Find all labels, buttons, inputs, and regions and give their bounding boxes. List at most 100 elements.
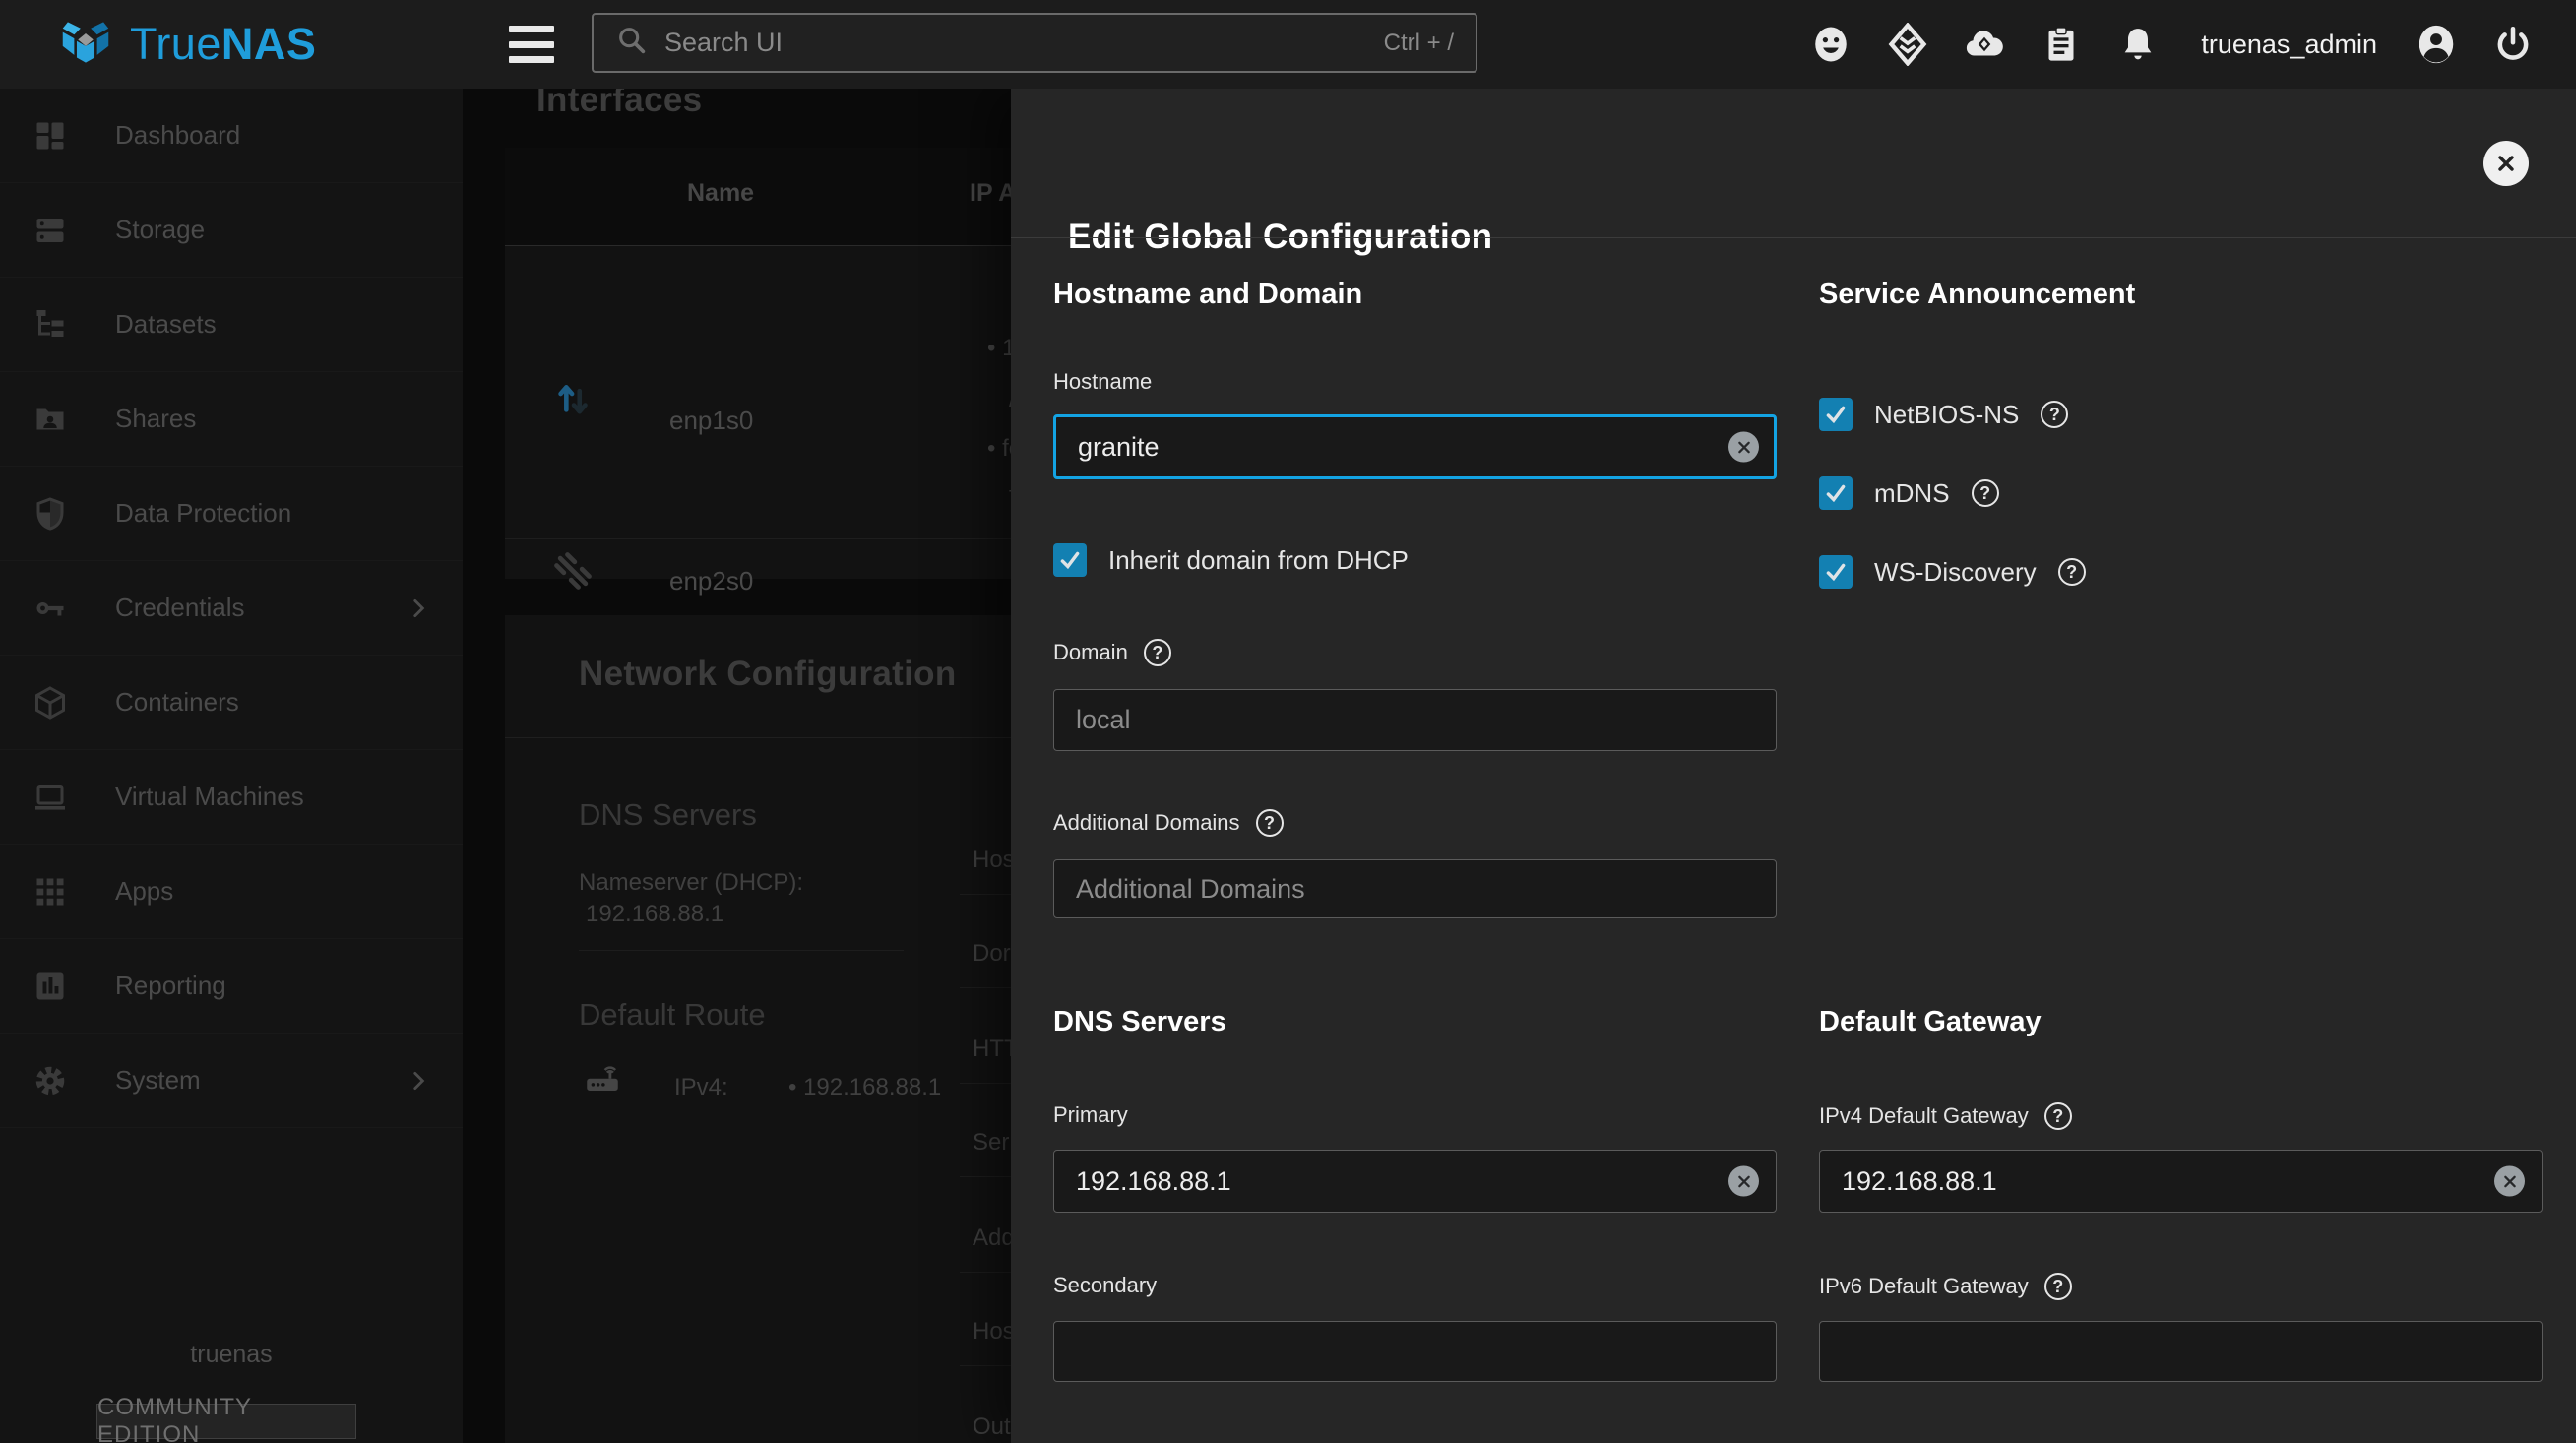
chevron-right-icon: [406, 1068, 431, 1094]
help-icon[interactable]: ?: [2058, 558, 2086, 586]
edit-global-configuration-panel: Edit Global Configuration Hostname and D…: [1011, 89, 2576, 1443]
netbios-checkbox[interactable]: NetBIOS-NS ?: [1819, 398, 2068, 431]
search-shortcut-hint: Ctrl + /: [1384, 30, 1454, 57]
interface-disconnected-icon: [551, 549, 595, 597]
help-icon[interactable]: ?: [1144, 639, 1171, 666]
sidebar-item-reporting[interactable]: Reporting: [0, 939, 463, 1034]
hostname-domain-heading: Hostname and Domain: [1053, 279, 1362, 311]
network-configuration-card: Network Configuration DNS Servers Namese…: [505, 615, 1011, 1443]
clipped-label: Out: [973, 1413, 1011, 1441]
clipped-label: Add: [973, 1224, 1011, 1252]
sidebar-item-system[interactable]: System: [0, 1034, 463, 1128]
column-header-ip: IP Ad: [970, 179, 1011, 208]
additional-domains-input[interactable]: [1053, 859, 1777, 918]
interface-up-down-icon: [551, 372, 597, 422]
nameserver-value: 192.168.88.1: [586, 901, 723, 928]
sidebar-item-data-protection[interactable]: Data Protection: [0, 467, 463, 561]
interfaces-card-title: Interfaces: [536, 89, 702, 120]
user-avatar-icon[interactable]: [2413, 21, 2460, 68]
sidebar-item-storage[interactable]: Storage: [0, 183, 463, 278]
sidebar-item-datasets[interactable]: Datasets: [0, 278, 463, 372]
menu-hamburger-icon[interactable]: [509, 26, 554, 63]
sidebar-item-credentials[interactable]: Credentials: [0, 561, 463, 656]
ipv4-gateway-label: IPv4 Default Gateway ?: [1819, 1102, 2072, 1130]
truecommand-icon[interactable]: [1884, 21, 1931, 68]
chevron-right-icon: [406, 596, 431, 621]
truenas-logo[interactable]: TrueNAS: [55, 13, 316, 76]
checkbox-checked-icon: [1819, 476, 1853, 510]
apps-grid-icon: [31, 873, 69, 910]
ws-discovery-checkbox[interactable]: WS-Discovery ?: [1819, 555, 2086, 589]
router-icon: [582, 1056, 623, 1102]
clear-input-icon[interactable]: [2494, 1166, 2525, 1197]
logged-in-username[interactable]: truenas_admin: [2201, 30, 2377, 60]
sidebar-item-containers[interactable]: Containers: [0, 656, 463, 750]
domain-input[interactable]: [1053, 689, 1777, 751]
clear-input-icon[interactable]: [1728, 1166, 1759, 1197]
close-icon[interactable]: [2483, 141, 2529, 186]
interfaces-table-header: Name IP Ad: [505, 148, 1011, 246]
power-icon[interactable]: [2489, 21, 2537, 68]
interfaces-card: Name IP Ad enp1s0 19 /2 fe8 fe0: [505, 148, 1011, 579]
ip-fragment: 19: [987, 335, 1011, 362]
search-icon: [615, 24, 649, 62]
feedback-smiley-icon[interactable]: [1807, 21, 1854, 68]
search-input[interactable]: [664, 28, 1368, 58]
sidebar-item-virtual-machines[interactable]: Virtual Machines: [0, 750, 463, 845]
domain-field-wrap: [1053, 689, 1777, 751]
primary-dns-input[interactable]: [1053, 1150, 1777, 1213]
truenas-logo-mark-icon: [55, 12, 116, 78]
interface-name: enp1s0: [669, 406, 753, 436]
checkbox-checked-icon: [1819, 398, 1853, 431]
sidebar-item-apps[interactable]: Apps: [0, 845, 463, 939]
ip-fragment: fe8: [987, 435, 1011, 463]
key-icon: [31, 590, 69, 627]
ipv6-gateway-input[interactable]: [1819, 1321, 2543, 1382]
global-search[interactable]: Ctrl + /: [592, 13, 1477, 73]
help-icon[interactable]: ?: [2041, 401, 2068, 428]
sidebar-item-shares[interactable]: Shares: [0, 372, 463, 467]
help-icon[interactable]: ?: [2044, 1102, 2072, 1130]
interface-name: enp2s0: [669, 566, 753, 596]
clipped-label: Ser: [973, 1129, 1009, 1157]
ipv4-gateway-input[interactable]: [1819, 1150, 2543, 1213]
network-configuration-title: Network Configuration: [579, 655, 957, 694]
domain-label: Domain ?: [1053, 639, 1171, 666]
datasets-icon: [31, 306, 69, 344]
system-hostname: truenas: [0, 1341, 463, 1369]
clipped-label: Dor: [973, 940, 1011, 968]
cube-icon: [31, 684, 69, 722]
hostname-field-wrap: [1053, 414, 1777, 479]
shares-folder-icon: [31, 401, 69, 438]
help-icon[interactable]: ?: [2044, 1273, 2072, 1300]
truenas-app: Interfaces Name IP Ad enp1s0 19 /2 fe8 f…: [0, 0, 2576, 1443]
inherit-domain-checkbox[interactable]: Inherit domain from DHCP: [1053, 543, 1409, 577]
laptop-icon: [31, 779, 69, 816]
bar-chart-icon: [31, 968, 69, 1005]
primary-dns-field-wrap: [1053, 1150, 1777, 1213]
ipv4-gateway-field-wrap: [1819, 1150, 2543, 1213]
secondary-dns-input[interactable]: [1053, 1321, 1777, 1382]
service-announcement-heading: Service Announcement: [1819, 279, 2135, 311]
help-icon[interactable]: ?: [1972, 479, 1999, 507]
checkbox-checked-icon: [1053, 543, 1087, 577]
jobs-clipboard-icon[interactable]: [2038, 21, 2085, 68]
default-route-subheading: Default Route: [579, 997, 766, 1033]
column-header-name: Name: [687, 179, 754, 208]
help-icon[interactable]: ?: [1256, 809, 1284, 837]
nameserver-label: Nameserver (DHCP):: [579, 869, 803, 897]
mdns-checkbox[interactable]: mDNS ?: [1819, 476, 1999, 510]
sidebar-item-dashboard[interactable]: Dashboard: [0, 89, 463, 183]
gear-icon: [31, 1062, 69, 1099]
route-ipv4-value: • 192.168.88.1: [788, 1074, 941, 1101]
notifications-bell-icon[interactable]: [2114, 21, 2162, 68]
dns-servers-heading: DNS Servers: [1053, 1006, 1226, 1038]
clear-input-icon[interactable]: [1728, 432, 1759, 463]
truenas-connect-cloud-icon[interactable]: [1961, 21, 2008, 68]
shield-icon: [31, 495, 69, 533]
hostname-input[interactable]: [1053, 414, 1777, 479]
storage-icon: [31, 212, 69, 249]
truenas-logo-text: TrueNAS: [130, 19, 316, 70]
route-ipv4-label: IPv4:: [674, 1074, 728, 1101]
ipv6-gateway-label: IPv6 Default Gateway ?: [1819, 1273, 2072, 1300]
